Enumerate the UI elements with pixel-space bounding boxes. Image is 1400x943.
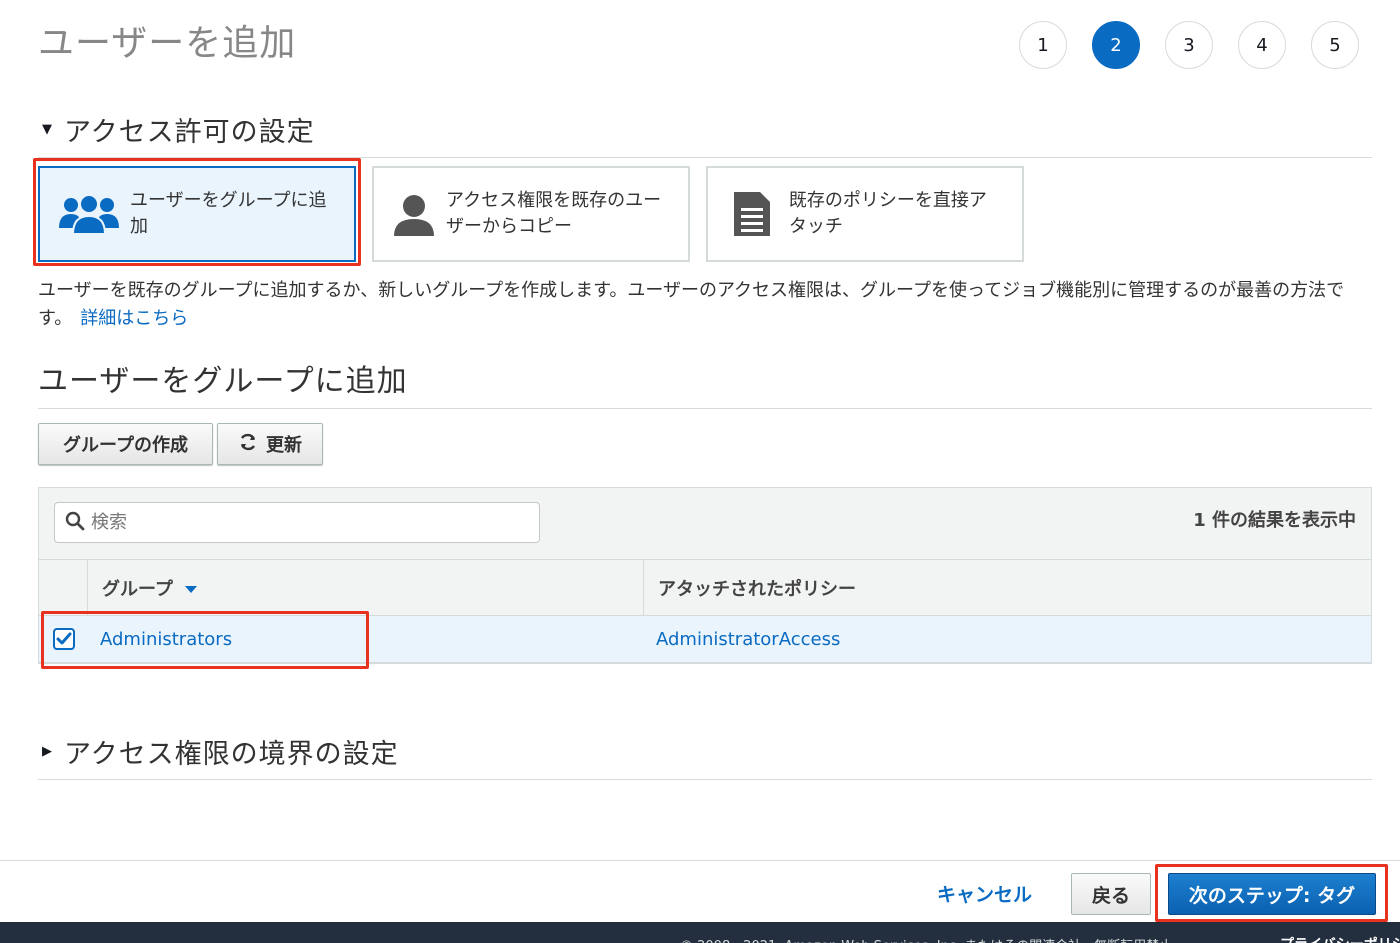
permissions-section-header[interactable]: ▼ アクセス許可の設定: [38, 110, 1372, 158]
option-copy-permissions[interactable]: アクセス権限を既存のユーザーからコピー: [372, 166, 690, 262]
boundary-section-title: アクセス権限の境界の設定: [64, 739, 399, 770]
document-icon: [726, 188, 779, 240]
wizard-steps: 1 2 3 4 5: [1019, 21, 1359, 69]
search-input[interactable]: [91, 512, 511, 533]
option-attach-policy-label: 既存のポリシーを直接アタッチ: [788, 190, 987, 237]
table-row[interactable]: Administrators AdministratorAccess: [39, 616, 1371, 663]
back-button[interactable]: 戻る: [1071, 873, 1151, 915]
policy-name-link[interactable]: AdministratorAccess: [656, 616, 840, 662]
step-4[interactable]: 4: [1238, 21, 1286, 69]
step-5[interactable]: 5: [1311, 21, 1359, 69]
step-2[interactable]: 2: [1092, 21, 1140, 69]
step-1[interactable]: 1: [1019, 21, 1067, 69]
option-add-to-group[interactable]: ユーザーをグループに追加: [38, 166, 356, 262]
create-group-button[interactable]: グループの作成: [38, 423, 213, 465]
row-checkbox[interactable]: [53, 628, 75, 650]
description-text: ユーザーを既存のグループに追加するか、新しいグループを作成します。ユーザーのアク…: [38, 280, 1345, 329]
step-3[interactable]: 3: [1165, 21, 1213, 69]
check-icon: [56, 632, 72, 645]
column-header-group-label: グループ: [102, 579, 173, 600]
group-section-header: ユーザーをグループに追加: [38, 356, 1372, 409]
page-title: ユーザーを追加: [38, 23, 297, 64]
user-icon: [392, 188, 436, 240]
column-header-policy[interactable]: アタッチされたポリシー: [643, 560, 1371, 616]
next-step-button[interactable]: 次のステップ: タグ: [1168, 873, 1376, 915]
caret-right-icon: ▶: [42, 744, 52, 759]
copyright-text: © 2008 - 2021, Amazon Web Services, Inc.…: [680, 935, 1185, 943]
cancel-link[interactable]: キャンセル: [937, 880, 1032, 907]
group-name-link[interactable]: Administrators: [100, 616, 232, 662]
search-box[interactable]: [54, 502, 540, 543]
table-header: グループ アタッチされたポリシー: [39, 559, 1371, 616]
section-description: ユーザーを既存のグループに追加するか、新しいグループを作成します。ユーザーのアク…: [38, 277, 1378, 333]
learn-more-link[interactable]: 詳細はこちら: [80, 308, 188, 329]
option-add-to-group-label: ユーザーをグループに追加: [130, 190, 327, 237]
search-icon: [65, 511, 85, 535]
column-header-group[interactable]: グループ: [87, 560, 643, 616]
refresh-button[interactable]: 更新: [217, 423, 323, 465]
sort-desc-icon: [184, 586, 197, 593]
column-header-policy-label: アタッチされたポリシー: [658, 579, 856, 600]
option-copy-permissions-label: アクセス権限を既存のユーザーからコピー: [446, 190, 662, 237]
groups-table: 1 件の結果を表示中 グループ アタッチされたポリシー Administrato…: [38, 487, 1372, 664]
console-footer: © 2008 - 2021, Amazon Web Services, Inc.…: [0, 922, 1400, 943]
boundary-section-header[interactable]: ▶ アクセス権限の境界の設定: [38, 732, 1372, 780]
results-count: 1 件の結果を表示中: [1193, 510, 1356, 531]
permissions-section-title: アクセス許可の設定: [64, 117, 315, 148]
refresh-icon: [238, 432, 258, 457]
create-group-label: グループの作成: [63, 435, 188, 456]
caret-down-icon: ▼: [42, 122, 52, 137]
footer-actions: キャンセル 戻る 次のステップ: タグ: [0, 860, 1400, 922]
users-group-icon: [58, 188, 120, 240]
group-section-title: ユーザーをグループに追加: [38, 364, 408, 399]
option-attach-policy[interactable]: 既存のポリシーを直接アタッチ: [706, 166, 1024, 262]
privacy-policy-link[interactable]: プライバシーポリシー: [1280, 934, 1400, 943]
refresh-label: 更新: [266, 435, 302, 456]
